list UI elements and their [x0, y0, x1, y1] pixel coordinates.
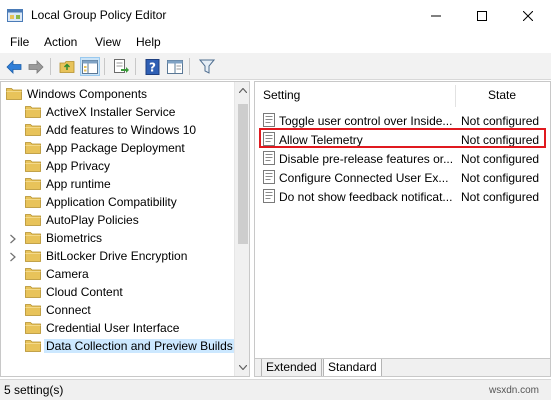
- tab-standard[interactable]: Standard: [323, 359, 382, 376]
- menu-action[interactable]: Action: [44, 35, 77, 49]
- tree-item[interactable]: ActiveX Installer Service: [1, 103, 235, 121]
- menu-view[interactable]: View: [95, 35, 121, 49]
- view-tabs: Extended Standard: [255, 358, 550, 376]
- tree-item-label: App Package Deployment: [46, 141, 185, 155]
- tree-item-label: Credential User Interface: [46, 321, 180, 335]
- chevron-right-icon[interactable]: [9, 251, 17, 262]
- tab-extended[interactable]: Extended: [261, 359, 322, 376]
- tree-pane[interactable]: Windows Components ActiveX Installer Serv…: [0, 81, 250, 377]
- watermark: wsxdn.com: [488, 385, 539, 396]
- tree-item[interactable]: Camera: [1, 265, 235, 283]
- group-policy-app-icon: [7, 8, 23, 23]
- column-header-separator[interactable]: [455, 85, 456, 107]
- folder-icon: [25, 339, 41, 352]
- tree-item[interactable]: Windows Components: [1, 85, 235, 103]
- up-folder-icon[interactable]: [57, 57, 77, 76]
- folder-icon: [25, 177, 41, 190]
- back-arrow-icon[interactable]: [4, 57, 24, 76]
- close-button[interactable]: [505, 0, 551, 31]
- folder-icon: [25, 159, 41, 172]
- folder-icon: [25, 321, 41, 334]
- setting-state: Not configured: [461, 190, 540, 204]
- tree-item-label: App runtime: [46, 177, 111, 191]
- menu-bar: File Action View Help: [0, 31, 551, 53]
- chevron-right-icon[interactable]: [9, 233, 17, 244]
- tree-item[interactable]: Data Collection and Preview Builds: [1, 337, 235, 355]
- window-title: Local Group Policy Editor: [31, 8, 167, 22]
- svg-text:?: ?: [149, 60, 156, 74]
- scroll-down-arrow-icon[interactable]: [235, 359, 249, 376]
- tree-item[interactable]: Cloud Content: [1, 283, 235, 301]
- scroll-up-arrow-icon[interactable]: [235, 82, 249, 99]
- tree-item-label: AutoPlay Policies: [46, 213, 139, 227]
- policy-setting-icon: [263, 170, 275, 184]
- tree-item-label: Biometrics: [46, 231, 103, 245]
- folder-icon: [25, 285, 41, 298]
- open-folder-icon: [6, 87, 22, 100]
- setting-name: Disable pre-release features or...: [279, 152, 454, 166]
- folder-icon: [25, 267, 41, 280]
- tree-vertical-scrollbar[interactable]: [234, 82, 249, 376]
- allow-telemetry-highlight: [259, 128, 546, 148]
- tree-item-label: BitLocker Drive Encryption: [46, 249, 188, 263]
- policy-setting-icon: [263, 151, 275, 165]
- forward-arrow-icon[interactable]: [26, 57, 46, 76]
- filter-icon[interactable]: [197, 57, 217, 76]
- title-bar: Local Group Policy Editor: [0, 0, 551, 31]
- folder-icon: [25, 231, 41, 244]
- tree-item[interactable]: AutoPlay Policies: [1, 211, 235, 229]
- setting-name: Do not show feedback notificat...: [279, 190, 453, 204]
- tree-item[interactable]: App Privacy: [1, 157, 235, 175]
- policy-setting-icon: [263, 189, 275, 203]
- tree-item[interactable]: Add features to Windows 10: [1, 121, 235, 139]
- tree-item[interactable]: App runtime: [1, 175, 235, 193]
- tree-item-label: ActiveX Installer Service: [46, 105, 176, 119]
- tree-item[interactable]: Credential User Interface: [1, 319, 235, 337]
- tree-item-label: Camera: [46, 267, 89, 281]
- policy-setting-icon: [263, 113, 275, 127]
- setting-name: Toggle user control over Inside...: [279, 114, 453, 128]
- column-header-state[interactable]: State: [488, 82, 516, 109]
- folder-icon: [25, 249, 41, 262]
- folder-icon: [25, 213, 41, 226]
- status-text: 5 setting(s): [4, 383, 64, 397]
- folder-icon: [25, 105, 41, 118]
- tree-item-label: Cloud Content: [46, 285, 123, 299]
- help-icon[interactable]: ?: [142, 57, 162, 76]
- setting-name: Configure Connected User Ex...: [279, 171, 449, 185]
- show-hide-tree-icon[interactable]: [80, 57, 100, 76]
- tree-item[interactable]: App Package Deployment: [1, 139, 235, 157]
- tree-item[interactable]: BitLocker Drive Encryption: [1, 247, 235, 265]
- setting-row[interactable]: Disable pre-release features or... Not co…: [255, 149, 550, 168]
- folder-icon: [25, 195, 41, 208]
- tree-item-label: Connect: [46, 303, 91, 317]
- setting-row[interactable]: Do not show feedback notificat... Not con…: [255, 187, 550, 206]
- settings-list-pane[interactable]: Setting State Toggle user control over I…: [254, 81, 551, 377]
- toolbar: ?: [0, 53, 551, 80]
- setting-row[interactable]: Configure Connected User Ex... Not config…: [255, 168, 550, 187]
- status-bar: 5 setting(s) wsxdn.com: [0, 379, 551, 400]
- setting-state: Not configured: [461, 114, 540, 128]
- folder-icon: [25, 303, 41, 316]
- tree-item-label: Add features to Windows 10: [46, 123, 197, 137]
- column-header-setting[interactable]: Setting: [263, 82, 300, 109]
- tree-item[interactable]: Connect: [1, 301, 235, 319]
- folder-icon: [25, 123, 41, 136]
- tree-item-label: Application Compatibility: [46, 195, 177, 209]
- extended-view-icon[interactable]: [165, 57, 185, 76]
- tree-item[interactable]: Biometrics: [1, 229, 235, 247]
- setting-state: Not configured: [461, 171, 540, 185]
- maximize-button[interactable]: [459, 0, 505, 31]
- folder-icon: [25, 141, 41, 154]
- tree-item-label: Windows Components: [27, 87, 148, 101]
- tree-item-label: App Privacy: [46, 159, 111, 173]
- tree-item[interactable]: Application Compatibility: [1, 193, 235, 211]
- minimize-button[interactable]: [413, 0, 459, 31]
- scroll-thumb[interactable]: [238, 104, 248, 244]
- setting-state: Not configured: [461, 152, 540, 166]
- menu-file[interactable]: File: [10, 35, 29, 49]
- export-list-icon[interactable]: [111, 57, 131, 76]
- tree-item-label: Data Collection and Preview Builds: [44, 339, 235, 353]
- menu-help[interactable]: Help: [136, 35, 161, 49]
